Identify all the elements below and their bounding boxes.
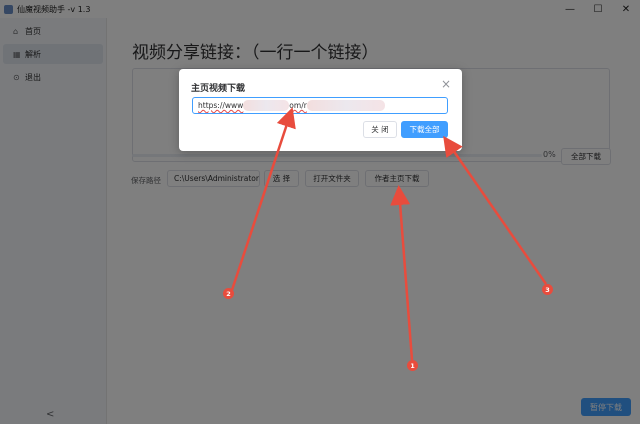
annotation-badge-3: 3 — [542, 284, 553, 295]
arrow-3 — [443, 135, 548, 285]
arrow-2 — [230, 107, 296, 291]
arrow-1 — [390, 185, 414, 361]
annotation-badge-2: 2 — [223, 288, 234, 299]
annotation-badge-1: 1 — [407, 360, 418, 371]
annotation-arrows — [230, 107, 548, 361]
